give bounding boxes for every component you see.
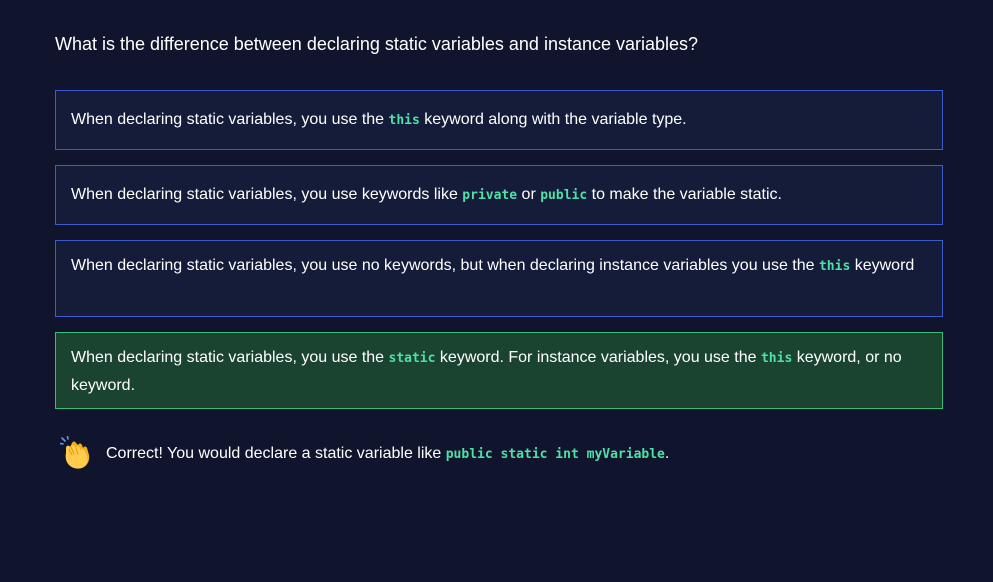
- clapping-hands-icon: [60, 436, 90, 469]
- code-keyword: public: [540, 188, 588, 203]
- code-keyword: this: [818, 259, 851, 274]
- question-text: What is the difference between declaring…: [55, 34, 699, 54]
- answer-option-4-correct[interactable]: When declaring static variables, you use…: [55, 332, 943, 409]
- answer-option-text: When declaring static variables, you use…: [71, 111, 687, 128]
- answer-option-text: When declaring static variables, you use…: [71, 349, 902, 394]
- code-keyword: private: [462, 188, 518, 203]
- answer-option-2[interactable]: When declaring static variables, you use…: [55, 165, 943, 225]
- answer-option-text: When declaring static variables, you use…: [71, 186, 782, 203]
- feedback-message: Correct! You would declare a static vari…: [60, 436, 669, 472]
- answer-option-3[interactable]: When declaring static variables, you use…: [55, 240, 943, 317]
- code-keyword: this: [760, 351, 793, 366]
- code-keyword: this: [388, 113, 420, 128]
- answer-option-text: When declaring static variables, you use…: [71, 257, 915, 274]
- feedback-text: Correct! You would declare a static vari…: [106, 444, 670, 462]
- feedback-code: public static int myVariable: [445, 446, 665, 462]
- answer-option-1[interactable]: When declaring static variables, you use…: [55, 90, 943, 150]
- code-keyword: static: [388, 351, 436, 366]
